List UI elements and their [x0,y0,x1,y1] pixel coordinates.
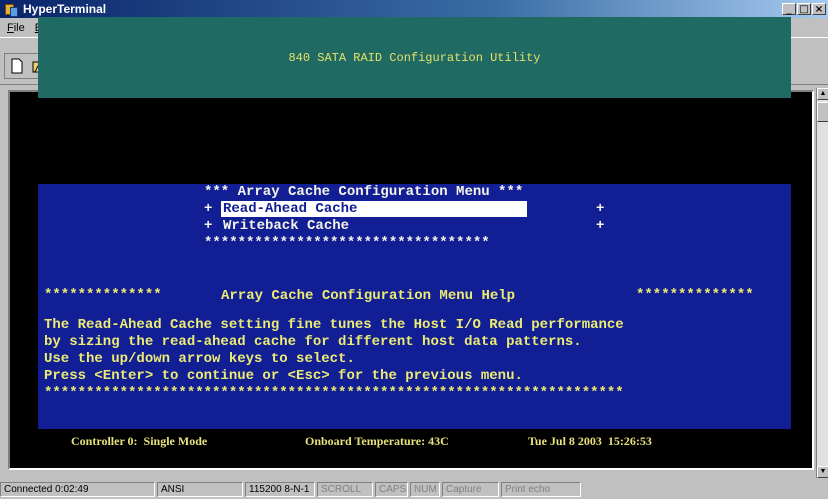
scroll-up-icon[interactable]: ▲ [817,88,828,100]
terminal-status-line: Controller 0: Single Mode Onboard Temper… [38,430,791,452]
utility-banner: 840 SATA RAID Configuration Utility [38,17,791,98]
status-scroll: SCROLL [317,482,373,497]
help-stars-left: ************** [44,287,162,303]
window-title: HyperTerminal [23,2,107,16]
status-port-settings: 115200 8-N-1 [245,482,315,497]
close-button[interactable]: × [812,3,826,15]
help-line-1: The Read-Ahead Cache setting fine tunes … [44,317,624,333]
help-line-2: by sizing the read-ahead cache for diffe… [44,334,582,350]
menu-bottom-border: ********************************** [204,235,490,251]
menu-item-writeback-cache[interactable]: Writeback Cache [223,218,349,234]
onboard-temperature: Onboard Temperature: 43C [305,434,449,448]
scroll-down-icon[interactable]: ▼ [817,466,828,478]
menu-item-read-ahead-suffix: + [596,201,605,217]
date-time: Tue Jul 8 2003 15:26:53 [528,434,652,448]
menu-item-read-ahead-prefix: + [204,201,221,217]
status-num: NUM [410,482,440,497]
status-connected: Connected 0:02:49 [0,482,155,497]
status-emulation: ANSI [157,482,243,497]
status-caps: CAPS [375,482,408,497]
minimize-button[interactable]: _ [782,3,796,15]
vertical-scrollbar[interactable]: ▲ ▼ [816,88,828,478]
help-title: Array Cache Configuration Menu Help [221,288,516,304]
menu-item-writeback-suffix: + [596,218,605,234]
help-line-3: Use the up/down arrow keys to select. [44,351,355,367]
help-line-4: Press <Enter> to continue or <Esc> for t… [44,368,523,384]
help-bottom-border: ****************************************… [44,385,624,401]
scroll-thumb[interactable] [817,102,828,122]
controller-status: Controller 0: Single Mode [71,434,208,448]
menu-title: *** Array Cache Configuration Menu *** [204,184,524,200]
status-capture: Capture [442,482,499,497]
new-icon[interactable] [6,56,28,76]
menu-file[interactable]: File [2,22,30,34]
hyperterminal-app-icon[interactable] [4,2,18,17]
help-stars-right: ************** [636,287,754,303]
status-bar: Connected 0:02:49 ANSI 115200 8-N-1 SCRO… [0,480,828,499]
menu-item-writeback-prefix: + [204,218,221,234]
menu-item-read-ahead-cache[interactable]: Read-Ahead Cache [221,201,527,217]
status-print-echo: Print echo [501,482,581,497]
title-bar: HyperTerminal _ □ × [0,0,828,18]
maximize-button[interactable]: □ [797,3,811,15]
